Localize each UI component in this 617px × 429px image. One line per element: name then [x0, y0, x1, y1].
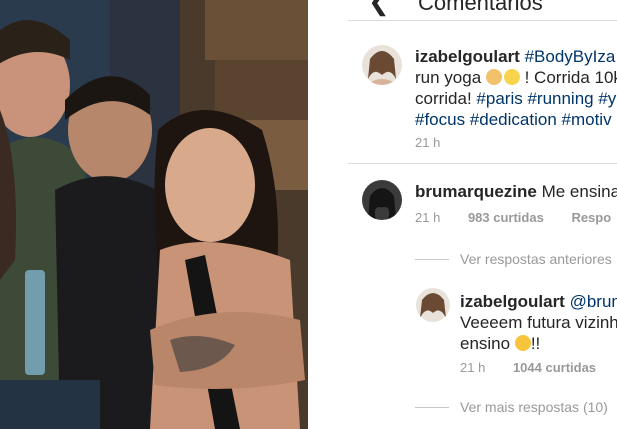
comment-time: 21 h: [415, 135, 441, 150]
avatar[interactable]: [362, 45, 402, 85]
likes-count[interactable]: 1044 curtidas: [513, 360, 596, 375]
comment-text: ! Corrida 10k: [519, 68, 617, 87]
reply-line: [415, 259, 449, 260]
comments-header: ❮ Comentários: [348, 0, 617, 18]
comment-divider: [348, 163, 617, 164]
header-divider: [348, 20, 617, 21]
avatar-izabel-image: [416, 288, 450, 322]
avatar[interactable]: [362, 180, 402, 220]
comment-text: corrida!: [415, 89, 477, 108]
avatar-bruna-image: [362, 180, 402, 220]
reply-line-3: ensino !!: [460, 333, 540, 354]
comment-line: brumarquezine Me ensina: [415, 181, 617, 202]
comment-time: 21 h: [415, 210, 441, 225]
comment-text: run yoga: [415, 68, 486, 87]
party-photo: [0, 0, 308, 429]
comment-username[interactable]: izabelgoulart: [415, 47, 520, 66]
photo: [0, 0, 308, 429]
comments-panel: ❮ Comentários izabelgoulart #BodyByIza 1…: [348, 0, 617, 429]
back-arrow-icon[interactable]: ❮: [368, 0, 390, 17]
comment-line-1: izabelgoulart #BodyByIza 1: [415, 46, 617, 67]
comment-text: ensino: [460, 334, 515, 353]
fist-emoji-icon: [485, 69, 502, 85]
mention[interactable]: @bruma: [570, 292, 617, 311]
comment-line-4: #focus #dedication #motiv: [415, 109, 612, 130]
hashtags[interactable]: #paris #running #y: [476, 89, 616, 108]
comment-text: Me ensina: [541, 182, 617, 201]
hashtags[interactable]: #focus #dedication #motiv: [415, 110, 612, 129]
comment-username[interactable]: brumarquezine: [415, 182, 537, 201]
view-more-replies[interactable]: Ver mais respostas (10): [460, 399, 608, 415]
hashtag[interactable]: #BodyByIza: [525, 47, 616, 66]
avatar-izabel-image: [362, 45, 402, 85]
sun-emoji-icon: [503, 69, 520, 85]
comment-line-3: corrida! #paris #running #y: [415, 88, 616, 109]
comment-line-2: run yoga ! Corrida 10k: [415, 67, 617, 88]
avatar[interactable]: [416, 288, 450, 322]
comment-time: 21 h: [460, 360, 486, 375]
view-previous-replies[interactable]: Ver respostas anteriores: [460, 251, 612, 267]
gap: [308, 0, 348, 429]
reply-line-2: Veeeem futura vizinha: [460, 313, 617, 332]
comment-meta: 21 h 1044 curtidas: [460, 360, 596, 375]
kiss-emoji-icon: [514, 335, 531, 351]
comment-text: !!: [530, 334, 541, 353]
comment-username[interactable]: izabelgoulart: [460, 292, 565, 311]
page-title: Comentários: [418, 0, 543, 15]
reply-button[interactable]: Respo: [571, 210, 611, 225]
reply-line: [415, 407, 449, 408]
reply-line-1: izabelgoulart @bruma: [460, 291, 617, 312]
comment-meta: 21 h 983 curtidas Respo: [415, 210, 611, 225]
likes-count[interactable]: 983 curtidas: [468, 210, 544, 225]
